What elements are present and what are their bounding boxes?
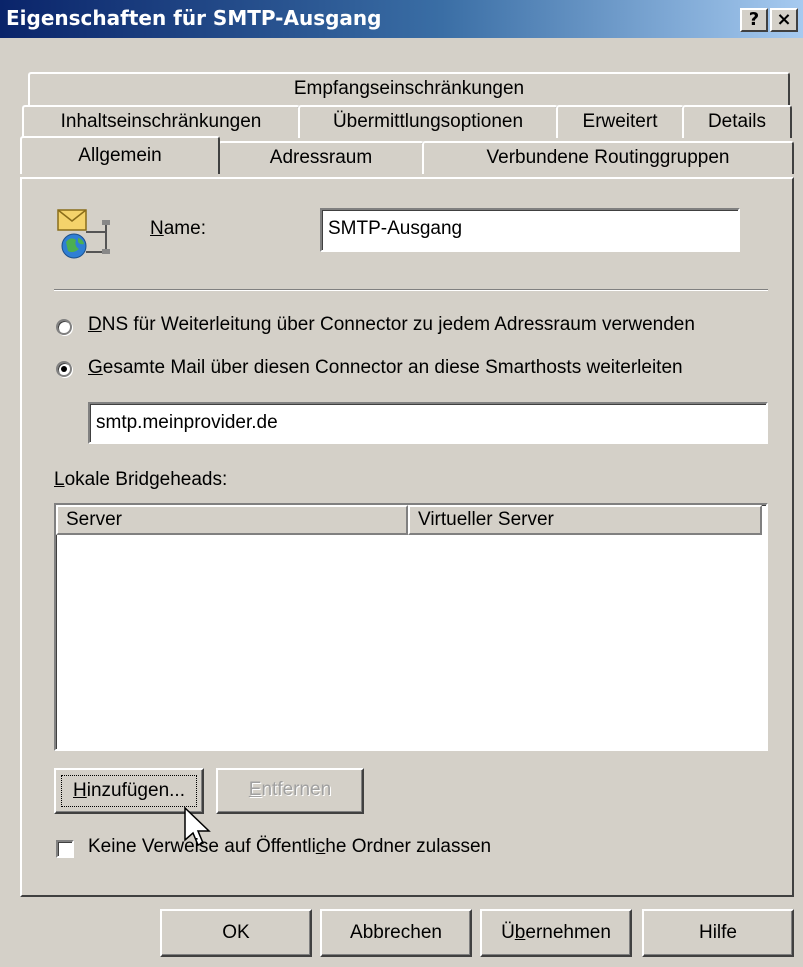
radio-dns[interactable] <box>56 319 72 335</box>
help-button[interactable]: Hilfe <box>642 909 794 957</box>
radio-selected-dot <box>61 366 67 372</box>
cancel-button[interactable]: Abbrechen <box>320 909 472 957</box>
tab-inhaltseinschraenkungen[interactable]: Inhaltseinschränkungen <box>22 105 300 138</box>
bridgeheads-label: Lokale Bridgeheads: <box>54 469 228 490</box>
tab-erweitert[interactable]: Erweitert <box>556 105 684 138</box>
no-public-folder-referrals-label[interactable]: Keine Verweise auf Öffentliche Ordner zu… <box>88 836 491 858</box>
smarthost-field[interactable]: smtp.meinprovider.de <box>88 402 768 444</box>
tab-allgemein[interactable]: Allgemein <box>20 136 220 174</box>
close-button[interactable]: × <box>770 8 798 32</box>
name-label: Name: <box>150 218 206 239</box>
help-title-button[interactable]: ? <box>740 8 768 32</box>
tab-details[interactable]: Details <box>682 105 792 138</box>
separator <box>54 289 768 291</box>
column-header-server[interactable]: Server <box>56 505 408 535</box>
column-header-virtual-server[interactable]: Virtueller Server <box>408 505 762 535</box>
no-public-folder-referrals-checkbox[interactable] <box>56 840 74 858</box>
tab-verbundene-routinggruppen[interactable]: Verbundene Routinggruppen <box>422 141 794 174</box>
radio-smarthost-label[interactable]: Gesamte Mail über diesen Connector an di… <box>88 357 683 379</box>
window-title: Eigenschaften für SMTP-Ausgang <box>6 6 382 30</box>
focus-rect: Hinzufügen... <box>61 775 197 807</box>
name-field[interactable]: SMTP-Ausgang <box>320 208 740 252</box>
bridgeheads-list[interactable]: Server Virtueller Server <box>54 503 768 751</box>
ok-button[interactable]: OK <box>160 909 312 957</box>
apply-button[interactable]: Übernehmen <box>480 909 632 957</box>
mail-connector-icon <box>56 208 114 260</box>
add-button[interactable]: Hinzufügen... <box>54 768 204 814</box>
tab-uebermittlungsoptionen[interactable]: Übermittlungsoptionen <box>298 105 558 138</box>
remove-button[interactable]: Entfernen <box>216 768 364 814</box>
tab-adressraum[interactable]: Adressraum <box>218 141 424 174</box>
radio-smarthost[interactable] <box>56 361 72 377</box>
radio-dns-label[interactable]: DNS für Weiterleitung über Connector zu … <box>88 314 695 336</box>
tab-empfangseinschraenkungen[interactable]: Empfangseinschränkungen <box>28 72 790 105</box>
